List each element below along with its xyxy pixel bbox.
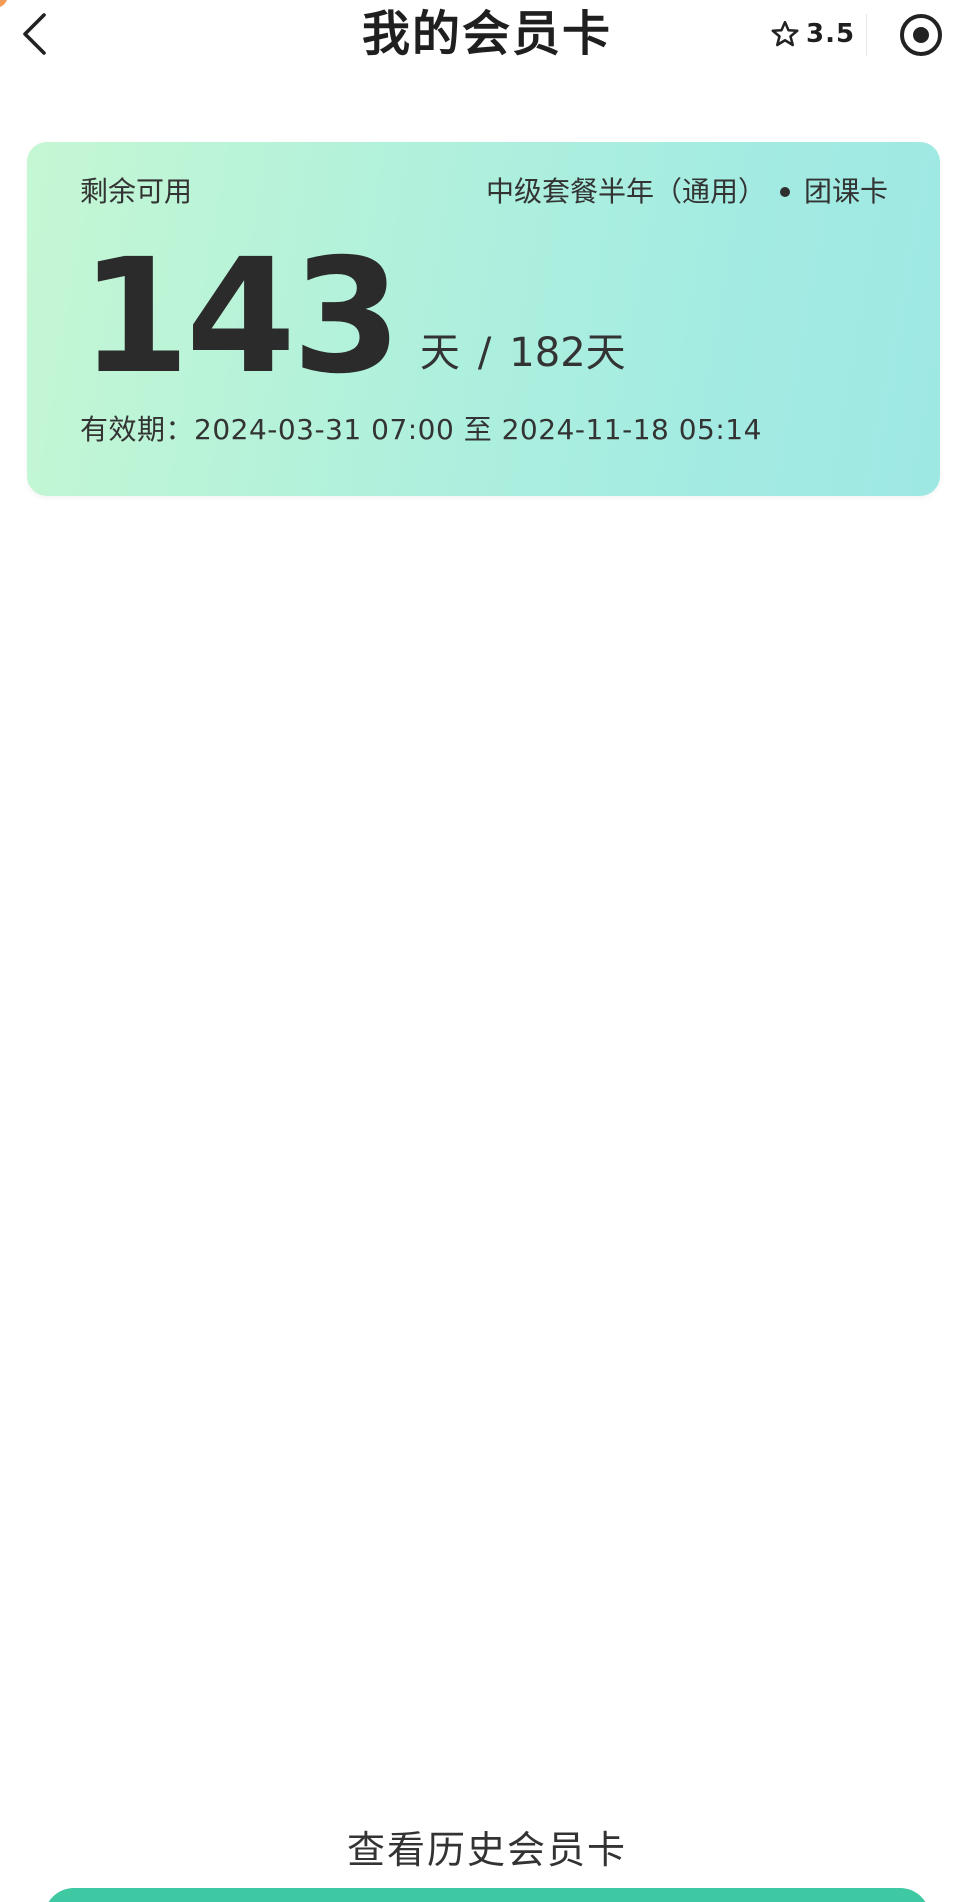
- page: 我的会员卡 3.5 剩余可用 中级套餐半年（通用） 团课卡 143 天 / 18…: [0, 0, 974, 1902]
- capsule-divider: [866, 14, 867, 56]
- days-remaining: 143: [80, 225, 402, 409]
- days-separator: /: [477, 330, 492, 376]
- plan-info: 中级套餐半年（通用） 团课卡: [486, 172, 888, 212]
- star-outline-icon: [771, 20, 799, 47]
- rating-button[interactable]: 3.5: [770, 12, 855, 56]
- primary-action-button[interactable]: [44, 1888, 930, 1902]
- days-unit: 天: [419, 330, 460, 376]
- card-type: 团课卡: [803, 175, 888, 208]
- membership-card[interactable]: 剩余可用 中级套餐半年（通用） 团课卡 143 天 / 182天 有效期：202…: [27, 142, 940, 496]
- view-history-cards-link[interactable]: 查看历史会员卡: [0, 1820, 974, 1880]
- target-icon: [900, 14, 942, 56]
- remaining-label: 剩余可用: [80, 175, 193, 208]
- nav-bar: 我的会员卡 3.5: [0, 0, 974, 74]
- separator-dot: [779, 187, 790, 197]
- days-row: 143 天 / 182天: [80, 225, 626, 409]
- target-button[interactable]: [896, 10, 946, 60]
- rating-value: 3.5: [806, 19, 856, 49]
- days-total: 182天: [509, 330, 626, 376]
- validity-period: 有效期：2024-03-31 07:00 至 2024-11-18 05:14: [80, 413, 762, 446]
- plan-name: 中级套餐半年（通用）: [485, 175, 766, 208]
